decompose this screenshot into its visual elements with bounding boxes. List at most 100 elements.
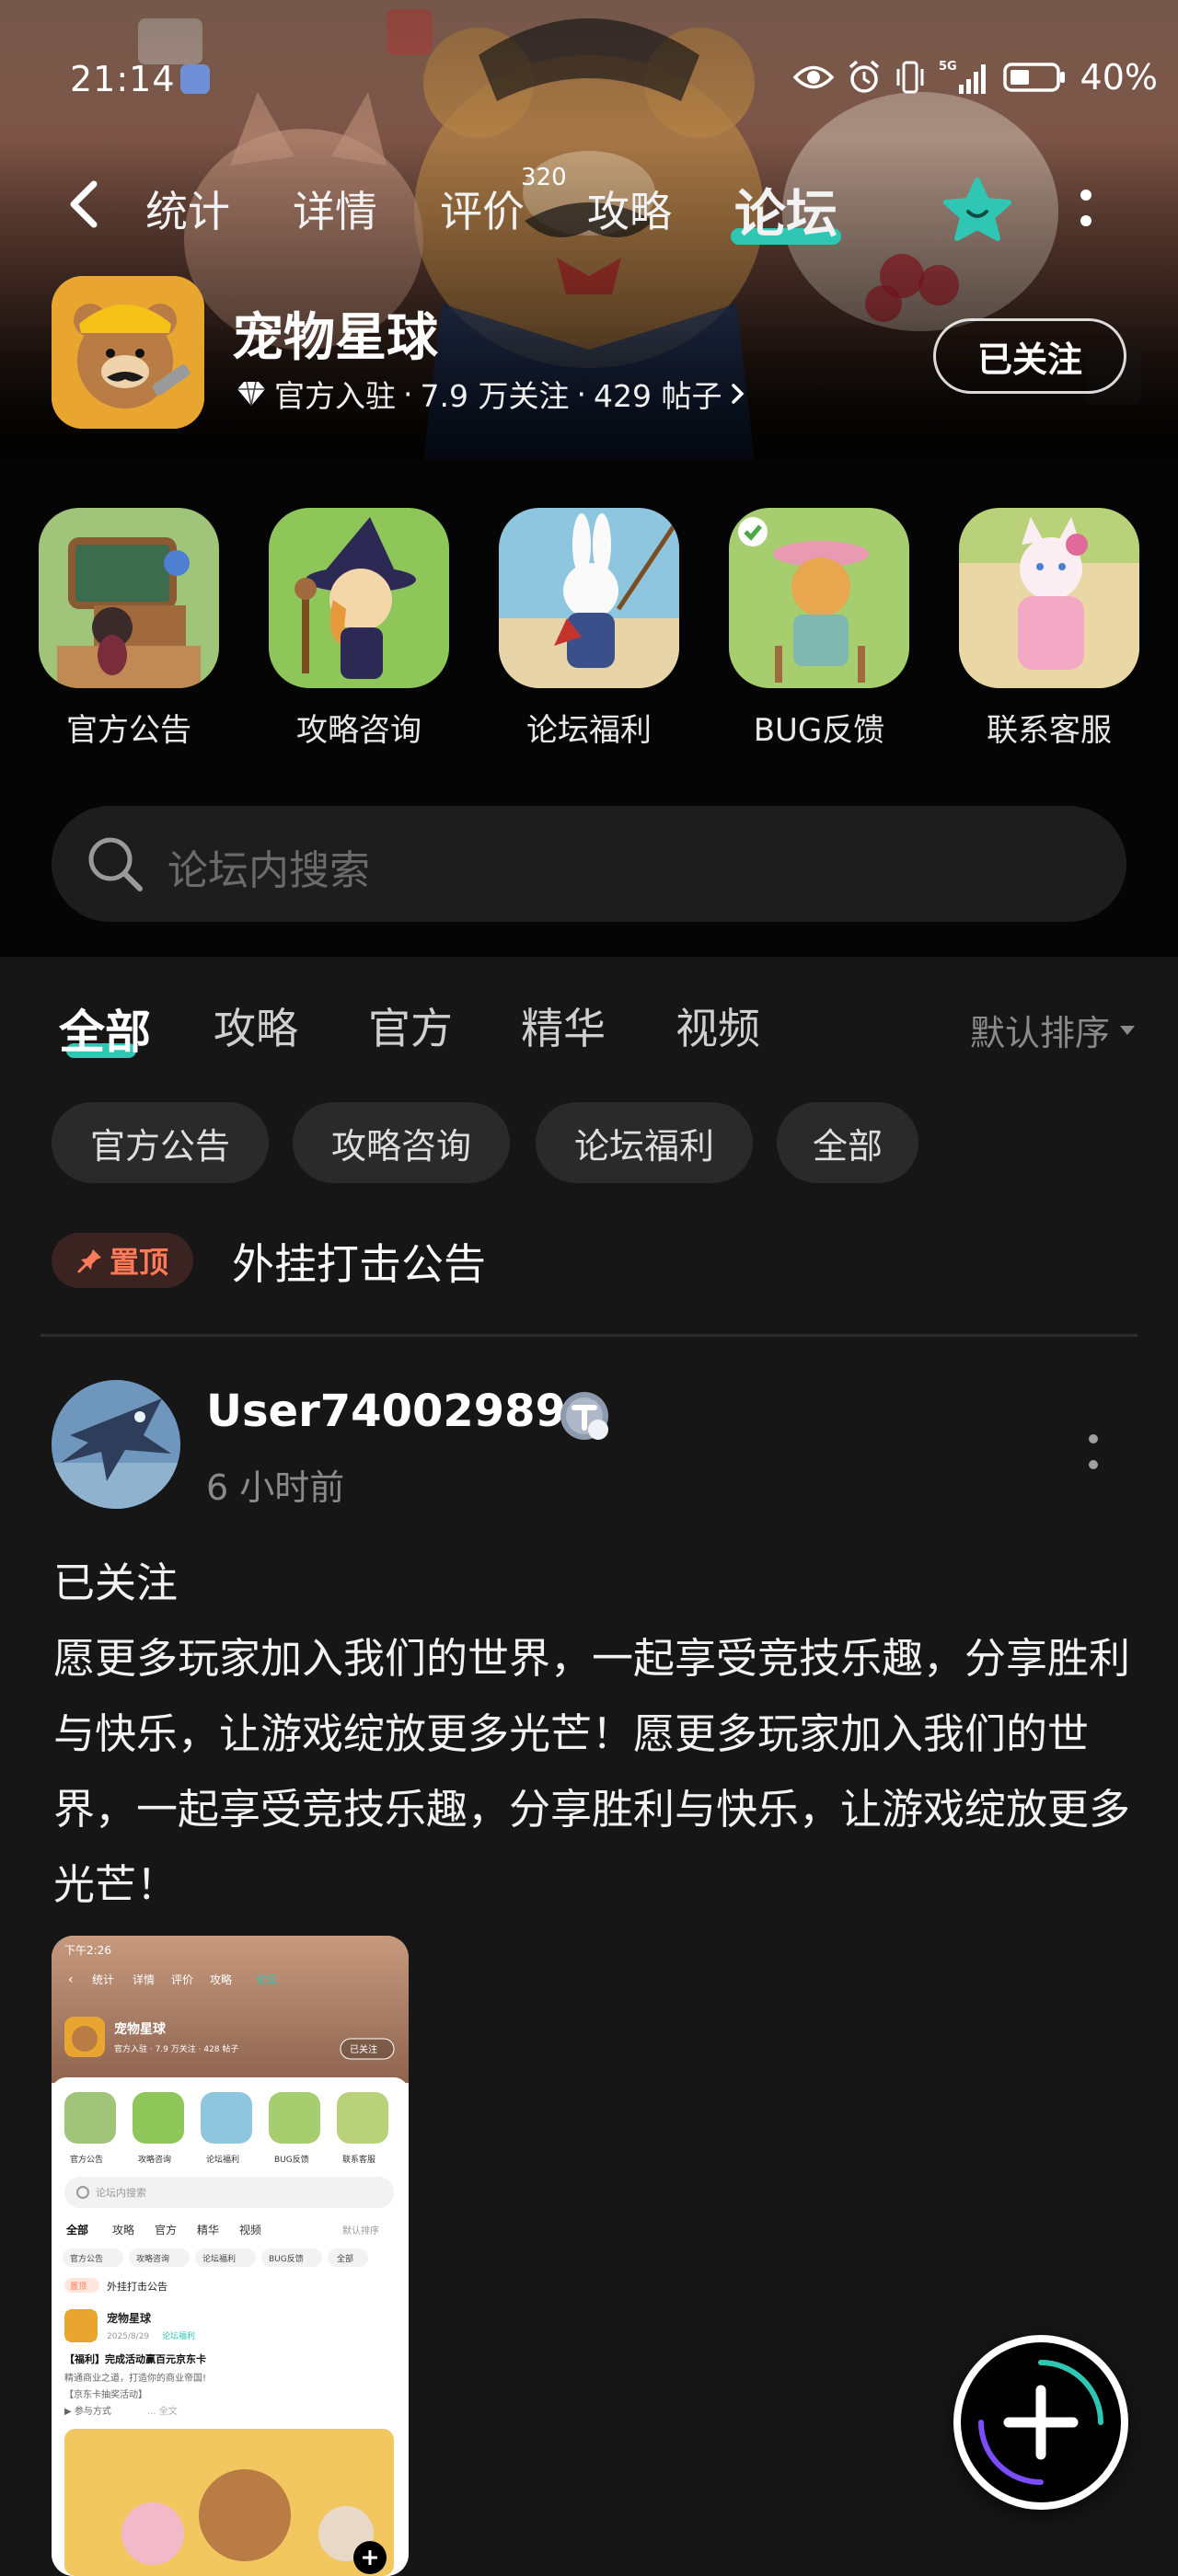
- back-arrow-icon[interactable]: [61, 178, 112, 230]
- thumb-date: 2025/8/29: [107, 2332, 149, 2341]
- reviews-count: 320: [521, 164, 567, 191]
- avatar[interactable]: [52, 1380, 180, 1509]
- search-placeholder: 论坛内搜索: [167, 847, 370, 894]
- thumb-sort: 默认排序: [342, 2225, 379, 2237]
- game-app-icon: [52, 276, 204, 429]
- thumb-search: 论坛内搜索: [96, 2186, 146, 2199]
- forum-feed: 全部 攻略 官方 精华 视频 默认排序 官方公告 攻略咨询 论坛福利 全部 置顶…: [0, 957, 1178, 2576]
- shortcut-forum-benefits[interactable]: 论坛福利: [499, 508, 683, 750]
- thumb-chip: BUG反馈: [269, 2253, 304, 2264]
- thumb-tab: 统计: [92, 1973, 114, 1986]
- shortcut-label: BUG反馈: [753, 712, 885, 749]
- divider: [40, 1334, 1138, 1337]
- shortcut-official-notice[interactable]: 官方公告: [39, 508, 223, 750]
- post-more-icon[interactable]: [1082, 1428, 1104, 1478]
- post-body-text: 愿更多玩家加入我们的世界，一起享受竞技乐趣，分享胜利与快乐，让游戏绽放更多光芒！…: [53, 1634, 1131, 1909]
- thumb-author: 宠物星球: [107, 2311, 152, 2325]
- thumb-ctab: 官方: [155, 2223, 177, 2237]
- notice-board-icon: [39, 508, 219, 688]
- post-image-thumbnail[interactable]: 下午2:26 ‹ 统计 详情 评价 攻略 论坛 宠物星球 官方入驻 · 7.9 …: [52, 1936, 409, 2576]
- alarm-icon: [847, 59, 882, 96]
- thumb-tab: 评价: [171, 1973, 193, 1986]
- tab-reviews[interactable]: 评价: [440, 178, 525, 239]
- tab-official[interactable]: 官方: [368, 995, 453, 1056]
- thumb-chip: 官方公告: [70, 2253, 103, 2264]
- tab-guides[interactable]: 攻略: [587, 178, 672, 239]
- thumb-tag: 论坛福利: [162, 2330, 195, 2341]
- thumb-shortcut: BUG反馈: [274, 2154, 309, 2165]
- post-username[interactable]: User740029894: [206, 1386, 596, 1437]
- shortcut-label: 论坛福利: [526, 712, 652, 749]
- thumb-shortcut: 联系客服: [342, 2154, 375, 2165]
- thumb-tab: 攻略: [210, 1972, 232, 1986]
- search-icon: [88, 837, 143, 891]
- tab-details[interactable]: 详情: [293, 178, 377, 239]
- thumb-ctab: 精华: [197, 2224, 219, 2237]
- thumb-post-line: 精通商业之道，打造你的商业帝国!: [64, 2372, 206, 2384]
- vibrate-icon: [895, 59, 926, 96]
- thumb-chip: 论坛福利: [202, 2253, 236, 2264]
- thumb-ctab: 攻略: [112, 2223, 134, 2237]
- rabbit-fishing-icon: [499, 508, 679, 688]
- followers-count: 7.9 万关注: [420, 378, 570, 414]
- status-time: 21:14: [70, 59, 176, 99]
- forum-shortcuts: 官方公告 攻略咨询 论坛福利 BUG反馈 联系客服 论坛内搜索: [0, 460, 1178, 957]
- chip-guide-consult[interactable]: 攻略咨询: [293, 1102, 510, 1183]
- more-options-icon[interactable]: [1068, 184, 1104, 239]
- caret-down-icon: [1120, 1025, 1135, 1035]
- chip-official-notice[interactable]: 官方公告: [52, 1102, 269, 1183]
- post-body[interactable]: 已关注 愿更多玩家加入我们的世界，一起享受竞技乐趣，分享胜利与快乐，让游戏绽放更…: [53, 1546, 1139, 1923]
- signal-5g-icon: 5G: [939, 59, 990, 96]
- svg-text:5G: 5G: [939, 60, 957, 74]
- tab-videos[interactable]: 视频: [676, 995, 760, 1056]
- sort-dropdown[interactable]: 默认排序: [970, 1005, 1138, 1055]
- sim-icon: [180, 64, 210, 94]
- shortcut-guide-consult[interactable]: 攻略咨询: [269, 508, 453, 750]
- diamond-icon: [237, 381, 265, 407]
- posts-count: 429 帖子: [593, 378, 722, 414]
- thumb-tab: 详情: [133, 1972, 155, 1986]
- game-meta[interactable]: 官方入驻 · 7.9 万关注 · 429 帖子: [236, 372, 747, 416]
- tab-all[interactable]: 全部: [59, 995, 151, 1062]
- thumb-follow: 已关注: [350, 2043, 377, 2055]
- thumb-shortcut: 攻略咨询: [138, 2154, 171, 2165]
- pinned-badge: 置顶: [52, 1233, 193, 1288]
- plus-icon: [978, 2360, 1103, 2485]
- status-bar: 21:14 5G 40%: [0, 55, 1178, 103]
- thumb-title: 宠物星球: [114, 2021, 167, 2037]
- tab-forum[interactable]: 论坛: [734, 173, 837, 247]
- pinned-title: 外挂打击公告: [232, 1239, 486, 1289]
- pinned-badge-label: 置顶: [109, 1245, 168, 1280]
- eye-icon: [792, 59, 834, 96]
- new-post-button[interactable]: [953, 2335, 1128, 2510]
- shortcut-customer-service[interactable]: 联系客服: [959, 508, 1143, 750]
- thumb-meta: 官方入驻 · 7.9 万关注 · 428 帖子: [114, 2043, 238, 2054]
- favorite-star-icon[interactable]: [941, 177, 1014, 241]
- tab-stats[interactable]: 统计: [145, 178, 230, 239]
- chip-all[interactable]: 全部: [777, 1102, 918, 1183]
- pinned-post[interactable]: 置顶 外挂打击公告: [52, 1229, 1156, 1303]
- thumb-pin-title: 外挂打击公告: [107, 2280, 167, 2293]
- shortcut-label: 官方公告: [66, 712, 191, 749]
- battery-icon: [1002, 59, 1068, 96]
- forum-search-bar[interactable]: 论坛内搜索: [52, 806, 1126, 922]
- thumb-shortcut: 官方公告: [70, 2154, 103, 2165]
- game-title: 宠物星球: [232, 308, 438, 368]
- thumb-time: 下午2:26: [64, 1944, 111, 1957]
- witch-cat-icon: [269, 508, 449, 688]
- thumb-post-title: 【福利】完成活动赢百元京东卡: [64, 2352, 206, 2365]
- level-badge-icon: [560, 1392, 608, 1440]
- thumb-post-line: 【京东卡抽奖活动】: [64, 2388, 147, 2400]
- post-timestamp: 6 小时前: [206, 1467, 345, 1508]
- thumb-chip: 攻略咨询: [136, 2253, 169, 2264]
- thumb-chip: 全部: [337, 2253, 353, 2264]
- thumb-ctab: 视频: [239, 2223, 261, 2237]
- chip-forum-benefits[interactable]: 论坛福利: [536, 1102, 753, 1183]
- meta-separator: ·: [576, 375, 586, 412]
- follow-button[interactable]: 已关注: [933, 318, 1126, 394]
- tab-guides[interactable]: 攻略: [214, 995, 298, 1056]
- official-label: 官方入驻: [274, 378, 396, 414]
- shortcut-bug-report[interactable]: BUG反馈: [729, 508, 913, 750]
- tab-featured[interactable]: 精华: [521, 995, 606, 1056]
- shortcut-label: 联系客服: [987, 712, 1112, 749]
